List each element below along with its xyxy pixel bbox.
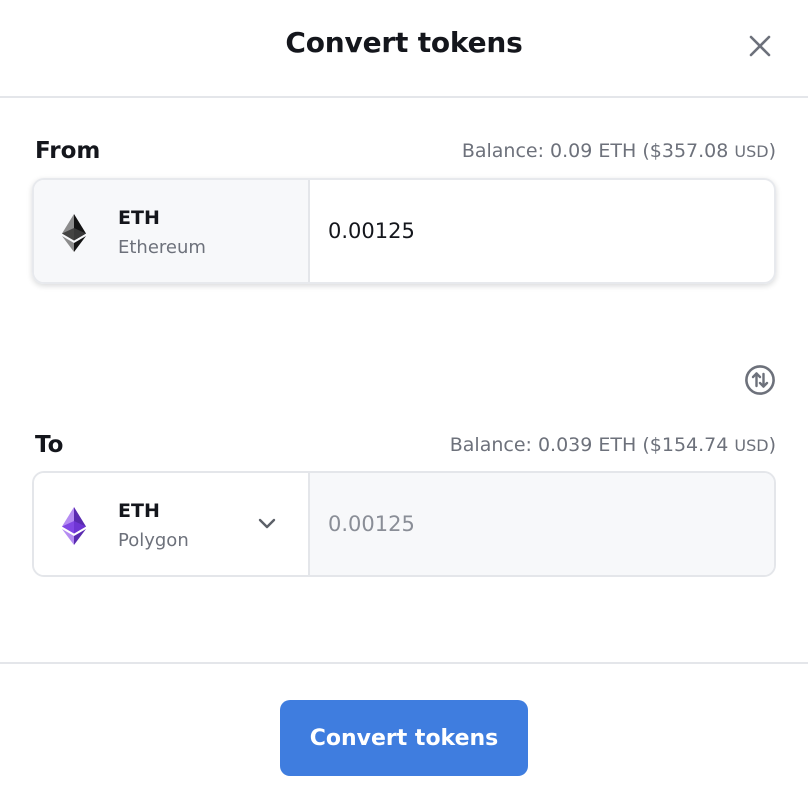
ethereum-icon (62, 214, 86, 252)
to-amount-output (310, 473, 774, 575)
to-balance-usd-value: $154.74 (649, 434, 729, 456)
from-balance-paren-close: ) (768, 140, 776, 162)
to-balance-usd-unit: USD (734, 436, 769, 455)
to-balance: Balance: 0.039 ETH ($154.74 USD) (450, 434, 776, 456)
to-token-network: Polygon (118, 530, 189, 551)
from-token-selector: ETH Ethereum (34, 180, 310, 282)
from-balance-prefix: Balance: (461, 140, 551, 162)
from-balance-usd-value: $357.08 (649, 140, 729, 162)
close-icon[interactable] (746, 32, 774, 60)
from-balance: Balance: 0.09 ETH ($357.08 USD) (462, 140, 776, 162)
from-amount-wrap (310, 180, 774, 282)
dialog-title: Convert tokens (285, 26, 523, 59)
chevron-down-icon (258, 518, 276, 529)
from-balance-usd-unit: USD (734, 142, 769, 161)
to-label: To (35, 432, 64, 458)
ethereum-polygon-icon (62, 507, 86, 545)
to-balance-amount: 0.039 ETH (537, 434, 637, 456)
to-balance-paren-open: ( (642, 434, 650, 456)
convert-tokens-button[interactable]: Convert tokens (280, 700, 528, 776)
to-token-symbol: ETH (118, 500, 160, 522)
to-token-dropdown[interactable]: ETH Polygon (34, 473, 310, 575)
from-balance-paren-open: ( (642, 140, 650, 162)
from-token-symbol: ETH (118, 207, 160, 229)
to-amount-wrap (310, 473, 774, 575)
from-token-network: Ethereum (118, 237, 206, 258)
from-balance-amount: 0.09 ETH (550, 140, 637, 162)
from-token-row: ETH Ethereum (32, 178, 776, 284)
to-balance-prefix: Balance: (449, 434, 538, 456)
footer-divider (0, 662, 808, 664)
from-amount-input[interactable] (310, 180, 774, 282)
to-balance-paren-close: ) (768, 434, 776, 456)
from-label: From (35, 138, 101, 164)
to-token-row: ETH Polygon (32, 471, 776, 577)
dialog-header: Convert tokens (0, 0, 808, 98)
swap-direction-icon[interactable] (744, 364, 776, 396)
